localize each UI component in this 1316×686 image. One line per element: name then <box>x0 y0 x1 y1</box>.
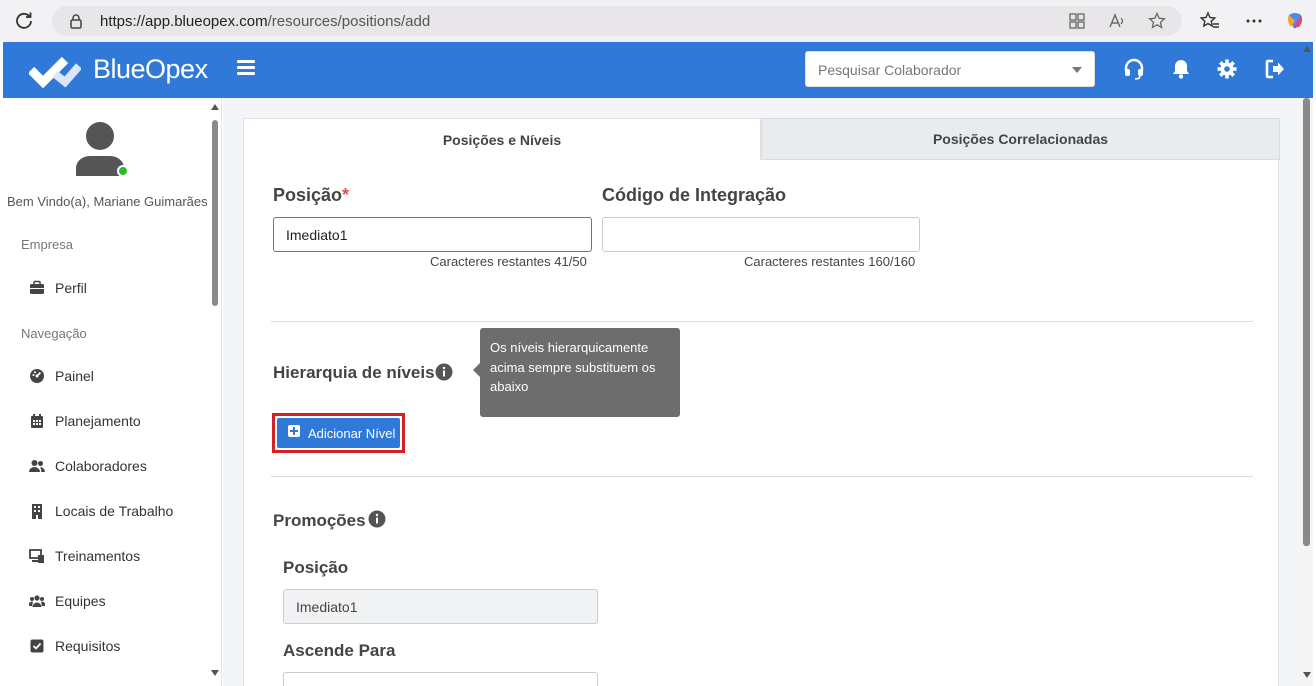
sidebar-item-colaboradores[interactable]: Colaboradores <box>29 456 147 476</box>
promo-position-label: Posição <box>283 558 349 577</box>
tab-positions-levels[interactable]: Posições e Níveis <box>243 118 761 160</box>
sidebar-item-label: Colaboradores <box>55 458 147 474</box>
bell-icon[interactable] <box>1170 58 1192 80</box>
main-content: Posições e Níveis Posições Correlacionad… <box>223 98 1300 686</box>
users-icon <box>29 460 45 472</box>
scroll-up-icon[interactable] <box>211 104 219 110</box>
section-label-navigation: Navegação <box>21 326 87 341</box>
sidebar: Bem Vindo(a), Mariane Guimarães Empresa … <box>3 98 222 686</box>
sidebar-item-label: Painel <box>55 368 94 384</box>
briefcase-icon <box>30 280 44 294</box>
sidebar-item-label: Equipes <box>55 593 106 609</box>
sidebar-scrollbar[interactable] <box>209 98 221 686</box>
checkbox-icon <box>30 639 44 653</box>
integration-char-counter: Caracteres restantes 160/160 <box>744 254 916 269</box>
sidebar-item-label: Perfil <box>55 280 87 296</box>
add-level-label: Adicionar Nível <box>308 425 396 441</box>
read-aloud-icon[interactable] <box>1108 12 1126 30</box>
sidebar-item-planejamento[interactable]: Planejamento <box>29 411 141 431</box>
info-icon[interactable] <box>435 363 453 381</box>
main-scroll-thumb[interactable] <box>1303 98 1310 546</box>
headset-icon[interactable] <box>1123 58 1145 80</box>
hierarchy-tooltip: Os níveis hierarquicamente acima sempre … <box>480 328 680 417</box>
add-level-button[interactable]: Adicionar Nível <box>277 418 400 448</box>
gear-icon[interactable] <box>1216 58 1238 80</box>
menu-toggle-icon[interactable] <box>237 60 255 76</box>
more-options-icon[interactable] <box>1244 11 1264 31</box>
app-header: BlueOpex Pesquisar Colaborador <box>3 42 1313 98</box>
brand-name[interactable]: BlueOpex <box>93 54 208 85</box>
chevron-down-icon <box>1072 67 1082 73</box>
promo-position-input[interactable]: Imediato1 <box>283 589 598 624</box>
scroll-down-icon[interactable] <box>211 670 219 676</box>
hierarchy-label: Hierarquia de níveis <box>273 363 435 382</box>
promotions-label: Promoções <box>273 511 366 530</box>
dashboard-icon <box>30 369 44 383</box>
training-icon <box>29 549 44 563</box>
url-host: https://app.blueopex.com <box>100 13 268 30</box>
sidebar-item-requisitos[interactable]: Requisitos <box>29 636 120 656</box>
search-placeholder: Pesquisar Colaborador <box>818 62 962 78</box>
copilot-icon[interactable] <box>1285 11 1305 31</box>
sidebar-item-label: Treinamentos <box>55 548 141 564</box>
search-collaborator-select[interactable]: Pesquisar Colaborador <box>805 51 1095 87</box>
building-icon <box>32 504 42 519</box>
sidebar-item-label: Locais de Trabalho <box>55 503 174 519</box>
tooltip-arrow <box>473 363 480 377</box>
sidebar-item-perfil[interactable]: Perfil <box>29 278 87 298</box>
apps-icon[interactable] <box>1068 12 1086 30</box>
position-label-text: Posição <box>273 185 343 205</box>
team-icon <box>29 595 45 607</box>
sidebar-item-painel[interactable]: Painel <box>29 366 94 386</box>
main-scrollbar[interactable] <box>1300 98 1313 686</box>
blueopex-logo-icon[interactable] <box>29 52 81 88</box>
favorites-list-icon[interactable] <box>1200 11 1220 31</box>
url-path: /resources/positions/add <box>267 13 431 30</box>
sidebar-item-label: Requisitos <box>55 638 121 654</box>
required-mark: * <box>342 185 350 205</box>
welcome-text: Bem Vindo(a), Mariane Guimarães <box>7 194 208 209</box>
avatar <box>76 122 129 177</box>
sidebar-item-locais-de-trabalho[interactable]: Locais de Trabalho <box>29 501 173 521</box>
position-input[interactable]: Imediato1 <box>273 217 592 252</box>
sidebar-scroll-thumb[interactable] <box>212 120 218 306</box>
add-level-highlight: Adicionar Nível <box>272 413 405 453</box>
section-label-company: Empresa <box>21 237 74 252</box>
favorite-star-icon[interactable] <box>1148 12 1166 30</box>
info-icon[interactable] <box>368 510 386 528</box>
sidebar-item-equipes[interactable]: Equipes <box>29 591 106 611</box>
divider <box>271 476 1253 477</box>
logout-icon[interactable] <box>1264 58 1286 80</box>
address-bar[interactable]: https://app.blueopex.com/resources/posit… <box>52 6 1182 36</box>
sidebar-item-treinamentos[interactable]: Treinamentos <box>29 546 140 566</box>
ascends-to-select[interactable] <box>283 672 598 686</box>
page-scroll-up-icon[interactable] <box>1303 46 1311 52</box>
lock-icon[interactable] <box>68 13 84 29</box>
position-label: Posição* <box>273 185 349 206</box>
sidebar-item-label: Planejamento <box>55 413 141 429</box>
calendar-icon <box>31 414 43 428</box>
positions-form-card: Posições e Níveis Posições Correlacionad… <box>243 118 1280 686</box>
integration-code-input[interactable] <box>602 217 920 252</box>
plus-square-icon <box>288 425 300 437</box>
integration-code-label: Código de Integração <box>602 185 787 205</box>
divider <box>271 321 1253 322</box>
url-text[interactable]: https://app.blueopex.com/resources/posit… <box>100 13 430 30</box>
browser-toolbar: https://app.blueopex.com/resources/posit… <box>0 0 1316 42</box>
tab-correlated-positions[interactable]: Posições Correlacionadas <box>761 118 1280 160</box>
reload-icon[interactable] <box>14 10 34 30</box>
ascends-to-label: Ascende Para <box>283 641 396 660</box>
position-char-counter: Caracteres restantes 41/50 <box>430 254 587 269</box>
scroll-down-icon[interactable] <box>1303 672 1311 678</box>
